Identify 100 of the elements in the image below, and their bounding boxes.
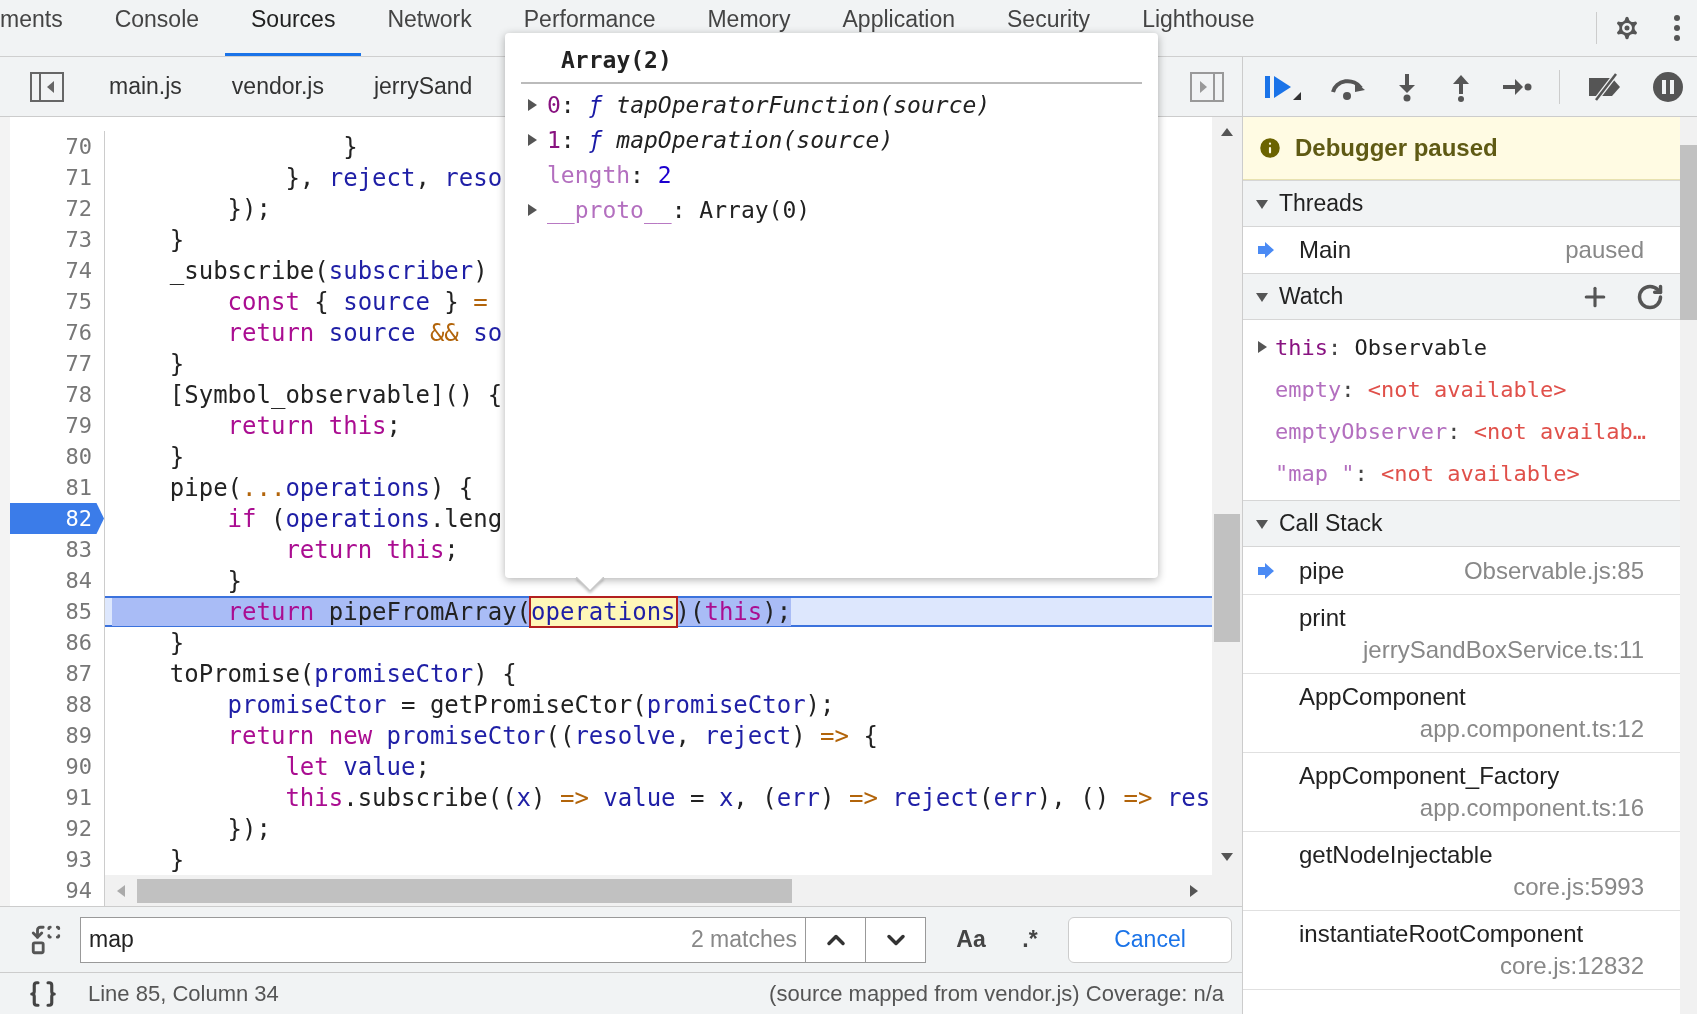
match-count: 2 matches [690,925,797,955]
code-line: this.subscribe((x) => value = x, (err) => reject(err), () => res [284,783,1211,812]
search-input[interactable]: map [89,922,691,957]
code-line: } [168,845,185,874]
match-case-button[interactable]: Aa [942,916,1000,963]
file-tab[interactable]: vendor.js [206,69,349,104]
property-text: 1: ƒ mapOperation(source) [547,125,894,155]
call-frame[interactable]: pipe Observable.js:85 [1243,547,1680,595]
line-number: 78 [65,381,93,409]
code-line: } [226,566,243,595]
sidebar-toggle-icon[interactable] [1190,71,1224,102]
line-number: 81 [65,474,93,502]
line-number: 83 [65,536,93,564]
next-match-button[interactable] [866,916,926,963]
frame-location: app.component.ts:12 [1419,714,1644,744]
code-line: } [168,225,185,254]
section-header[interactable]: Threads [1243,180,1680,227]
code-line: pipe(...operations) { [168,473,474,502]
watch-expression: empty: <not available> [1275,375,1567,404]
line-number: 91 [65,784,93,812]
watch-expression: emptyObserver: <not availab… [1275,417,1646,446]
popover-title: Array(2) [561,47,672,73]
line-number: 84 [65,567,93,595]
code-line: }, reject, reso [284,163,503,192]
code-line: } [168,628,185,657]
section-title: Watch [1279,282,1344,312]
scroll-up-icon[interactable] [1220,127,1234,137]
watch-expression: this: Observable [1275,333,1487,362]
pretty-print-icon[interactable] [28,978,58,1009]
code-line: return this; [284,535,459,564]
frame-name: getNodeInjectable [1299,840,1493,870]
paused-message: Debugger paused [1295,133,1498,163]
line-number: 74 [65,257,93,285]
previous-match-button[interactable] [806,916,866,963]
info-icon [1257,135,1283,161]
regex-button[interactable]: .* [1004,916,1056,963]
expand-arrow-icon[interactable] [525,203,539,217]
line-number: 93 [65,846,93,874]
line-number: 70 [65,133,93,161]
code-line: promiseCtor = getPromiseCtor(promiseCtor); [226,690,835,719]
expand-arrow-icon[interactable] [525,133,539,147]
thread-status: paused [1565,235,1644,265]
panel-tab[interactable]: Lighthouse [1116,0,1281,56]
line-number: 76 [65,319,93,347]
frame-location: core.js:12832 [1499,951,1644,981]
panel-tab[interactable]: Memory [681,0,817,56]
navigator-toggle-icon[interactable] [30,71,64,102]
frame-location: Observable.js:85 [1463,555,1644,586]
line-number: 90 [65,753,93,781]
panel-tab[interactable]: Network [361,0,498,56]
code-line: return this; [226,411,401,440]
line-number: 85 [65,598,93,626]
code-line: toPromise(promiseCtor) { [168,659,517,688]
file-tab[interactable]: main.js [84,69,207,104]
frame-name: print [1299,603,1346,633]
frame-name: pipe [1299,555,1345,586]
file-tab[interactable]: jerrySand [348,69,498,104]
line-number: 86 [65,629,93,657]
code-line: return source && so [226,318,503,347]
expand-arrow-icon[interactable] [525,98,539,112]
line-number: 75 [65,288,93,316]
refresh-icon[interactable] [1636,282,1664,311]
thread-row[interactable]: Main paused [1243,227,1680,273]
scroll-down-icon[interactable] [1220,852,1234,862]
sidebar-scrollbar-thumb[interactable] [1680,145,1697,320]
code-line: return new promiseCtor((resolve, reject) => { [226,721,878,750]
code-line: }); [226,814,271,843]
code-line: _subscribe(subscriber) [168,256,488,285]
expand-arrow-icon[interactable] [1255,340,1269,354]
line-number: 89 [65,722,93,750]
cancel-button[interactable]: Cancel [1068,916,1232,963]
property-text: 0: ƒ tapOperatorFunction(source) [547,90,991,120]
section-header[interactable]: Watch [1243,273,1680,320]
vertical-scrollbar-thumb[interactable] [1214,514,1240,642]
code-line: [Symbol_observable]() { [168,380,503,409]
panel-tab[interactable]: Security [981,0,1117,56]
panel-tab[interactable]: Application [816,0,982,56]
section-header[interactable]: Call Stack [1243,500,1680,547]
breakpoint-line-number[interactable]: 82 [10,503,104,534]
horizontal-scrollbar-thumb[interactable] [137,878,792,903]
pause-on-exceptions-icon[interactable] [1652,70,1684,103]
property-text: length: 2 [547,160,672,190]
line-number: 73 [65,226,93,254]
code-line: } [342,132,358,161]
code-line: let value; [284,752,430,781]
frame-location: jerrySandBoxService.ts:11 [1363,635,1644,665]
frame-location: core.js:5993 [1513,872,1644,902]
code-line: const { source } = [226,287,488,316]
frame-name: AppComponent_Factory [1299,761,1560,791]
section-title: Threads [1279,189,1364,219]
line-number: 71 [65,164,93,192]
panel-tab[interactable]: ments [0,0,89,56]
panel-tab[interactable]: Console [88,0,226,56]
line-number: 94 [65,877,93,905]
scroll-right-icon[interactable] [1188,883,1200,898]
search-field[interactable]: map 2 matches [80,916,806,963]
frame-name: instantiateRootComponent [1299,919,1584,949]
line-number: 80 [65,443,93,471]
code-line: if (operations.leng [226,504,503,533]
line-number: 79 [65,412,93,440]
